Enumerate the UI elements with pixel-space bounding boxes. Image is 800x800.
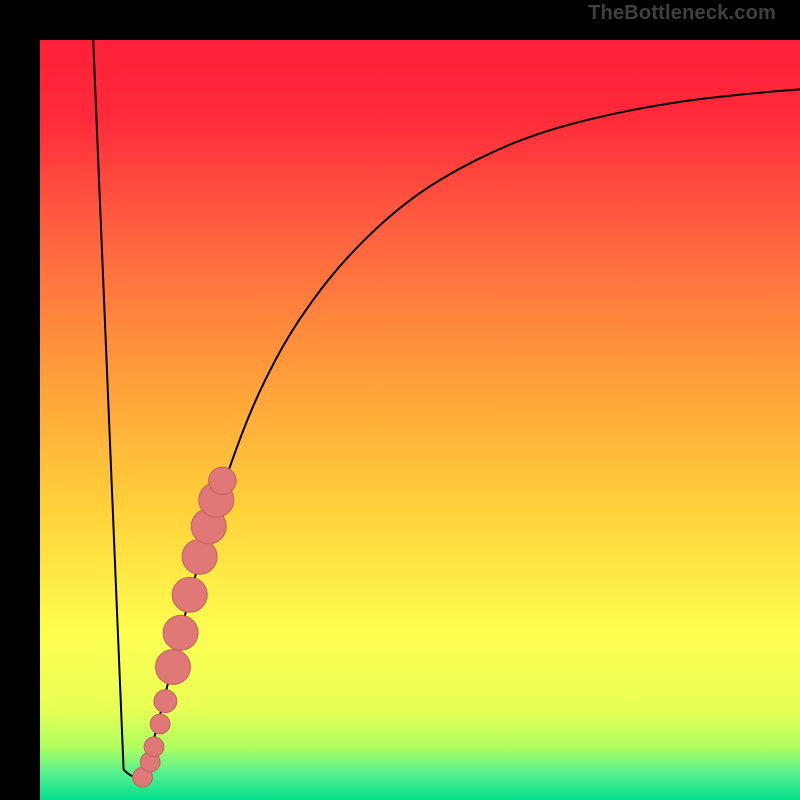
gradient-background (40, 40, 800, 800)
marker-dot (150, 714, 170, 734)
marker-dot (156, 650, 191, 685)
marker-dot (182, 539, 217, 574)
attribution-label: TheBottleneck.com (588, 2, 776, 25)
marker-dot (172, 577, 207, 612)
marker-dot (163, 615, 198, 650)
marker-dot (154, 690, 177, 713)
marker-dot (144, 737, 164, 757)
plot-frame (0, 0, 800, 800)
marker-dot (209, 467, 236, 494)
plot-area (40, 40, 800, 800)
chart-svg (40, 40, 800, 800)
